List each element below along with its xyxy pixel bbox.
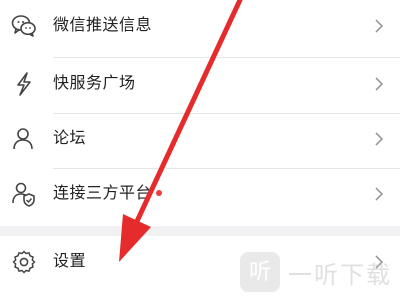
gear-icon bbox=[12, 250, 36, 274]
menu-item-wechat-push[interactable]: 微信推送信息 bbox=[0, 0, 400, 58]
menu-item-forum[interactable]: 论坛 bbox=[0, 113, 400, 171]
chevron-right-icon bbox=[375, 187, 384, 201]
menu-item-label: 连接三方平台 bbox=[53, 168, 163, 220]
badge-dot bbox=[156, 189, 163, 196]
lightning-icon bbox=[17, 72, 31, 96]
menu-item-label: 论坛 bbox=[53, 130, 87, 147]
watermark-text: 一听下载 bbox=[288, 261, 392, 289]
user-icon bbox=[13, 128, 33, 150]
menu-item-label: 快服务广场 bbox=[53, 75, 136, 92]
chevron-right-icon bbox=[375, 19, 384, 33]
menu-item-third-party[interactable]: 连接三方平台 bbox=[0, 168, 400, 226]
watermark: 听 一听下载 bbox=[240, 252, 392, 292]
watermark-logo-glyph: 听 bbox=[248, 259, 271, 284]
watermark-logo: 听 bbox=[240, 252, 280, 292]
wechat-icon bbox=[11, 15, 36, 37]
menu-item-label: 微信推送信息 bbox=[53, 17, 153, 34]
shield-user-icon bbox=[12, 182, 35, 207]
chevron-right-icon bbox=[375, 77, 384, 91]
menu-card: 微信推送信息 快服务广场 论坛 连接三方平台 bbox=[0, 0, 400, 226]
menu-item-service-plaza[interactable]: 快服务广场 bbox=[0, 58, 400, 116]
menu-item-label: 设置 bbox=[53, 253, 87, 270]
chevron-right-icon bbox=[375, 132, 384, 146]
